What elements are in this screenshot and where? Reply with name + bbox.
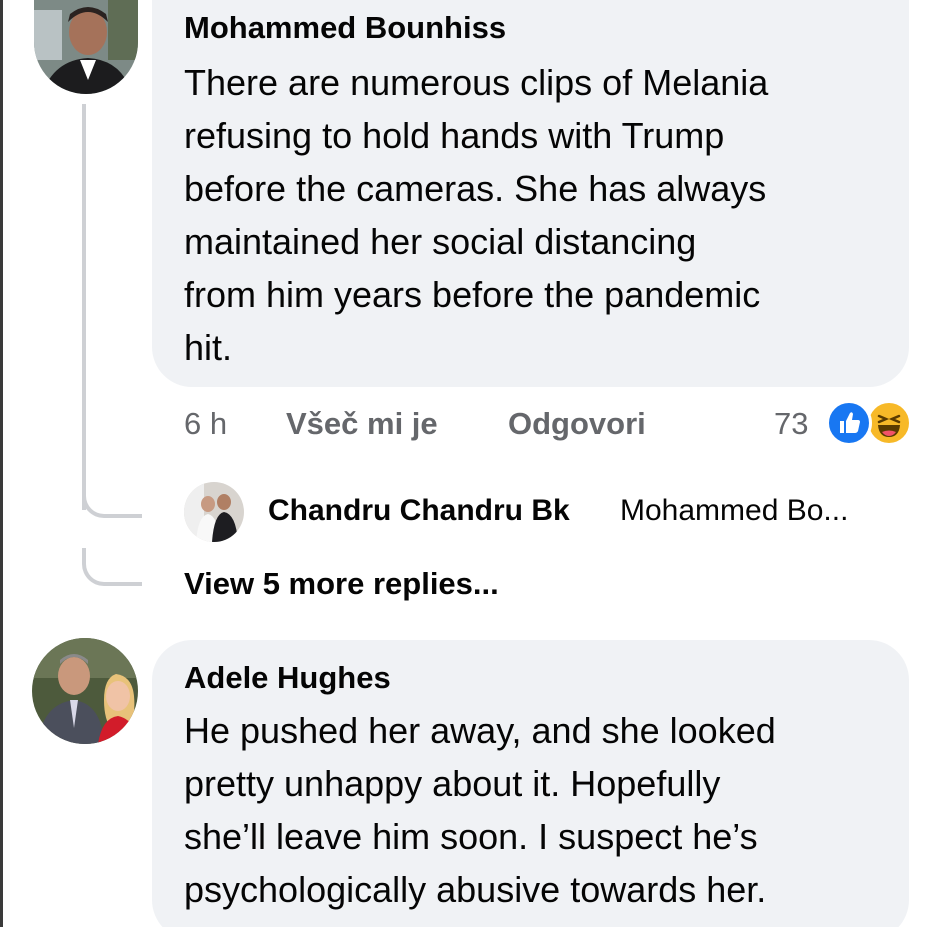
reaction-count[interactable]: 73 bbox=[774, 406, 808, 442]
thread-branch bbox=[82, 548, 142, 586]
reply-avatar[interactable] bbox=[184, 482, 244, 542]
haha-reaction-icon bbox=[866, 400, 912, 446]
avatar-photo bbox=[34, 0, 138, 94]
comments-feed: Mohammed Bounhiss There are numerous cli… bbox=[0, 0, 940, 927]
like-reaction-icon bbox=[826, 400, 872, 446]
reply-button[interactable]: Odgovori bbox=[508, 406, 646, 442]
avatar[interactable] bbox=[32, 638, 138, 744]
comment-text: There are numerous clips of Melania refu… bbox=[184, 62, 769, 368]
avatar[interactable] bbox=[34, 0, 138, 94]
thread-line bbox=[82, 104, 86, 510]
reply-author[interactable]: Chandru Chandru Bk bbox=[268, 494, 570, 528]
comment-author[interactable]: Adele Hughes bbox=[184, 660, 391, 696]
avatar-photo bbox=[32, 638, 138, 744]
view-more-replies-link[interactable]: View 5 more replies... bbox=[184, 566, 499, 602]
window-edge bbox=[0, 0, 3, 927]
comment-timestamp[interactable]: 6 h bbox=[184, 406, 227, 442]
like-button[interactable]: Všeč mi je bbox=[286, 406, 438, 442]
thread-branch bbox=[82, 480, 142, 518]
comment-text: He pushed her away, and she looked prett… bbox=[184, 710, 776, 910]
comment-author[interactable]: Mohammed Bounhiss bbox=[184, 10, 506, 46]
reply-preview-text[interactable]: Mohammed Bo... bbox=[620, 494, 848, 528]
reply-avatar-photo bbox=[184, 482, 244, 542]
